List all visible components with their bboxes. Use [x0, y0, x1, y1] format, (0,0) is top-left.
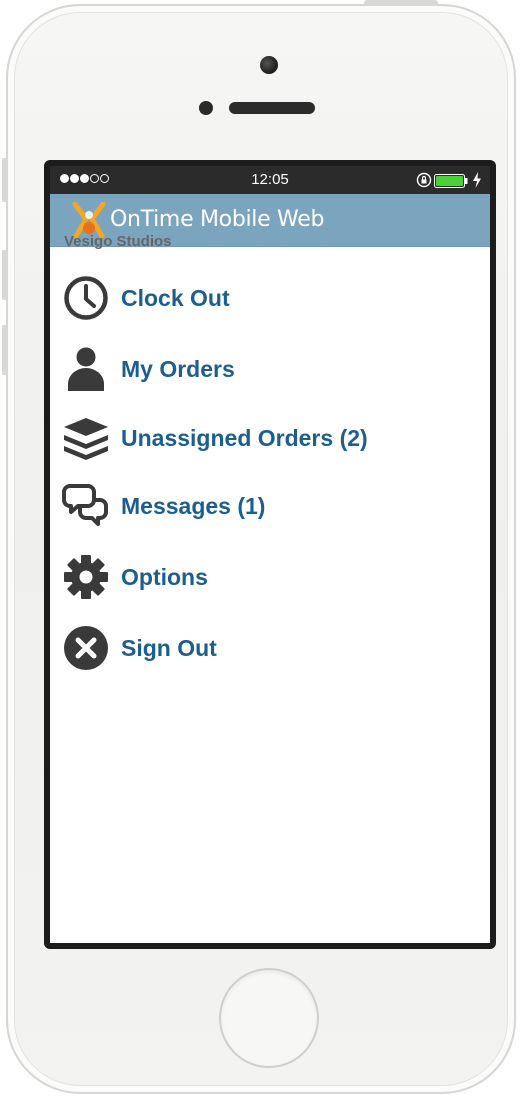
screen-bezel: 12:05 OnTime Mobile Web Vesigo Studios C…: [44, 160, 496, 949]
proximity-sensor: [199, 101, 213, 115]
volume-down-button[interactable]: [2, 325, 7, 375]
menu-item-messages[interactable]: Messages (1): [62, 481, 482, 531]
earpiece-speaker: [229, 102, 315, 114]
menu-item-options[interactable]: Options: [62, 552, 482, 602]
power-button[interactable]: [364, 0, 438, 6]
home-button[interactable]: [219, 968, 319, 1068]
chat-bubbles-icon: [62, 482, 110, 530]
menu-item-label: Clock Out: [121, 284, 230, 311]
app-title: OnTime Mobile Web: [110, 207, 325, 232]
battery-icon: [434, 174, 468, 188]
layers-icon: [62, 414, 110, 462]
menu-item-unassigned-orders[interactable]: Unassigned Orders (2): [62, 413, 482, 463]
menu-item-label: Sign Out: [121, 634, 217, 661]
phone-frame: 12:05 OnTime Mobile Web Vesigo Studios C…: [6, 4, 516, 1094]
menu-item-label: Unassigned Orders (2): [121, 424, 368, 451]
company-name: Vesigo Studios: [64, 233, 172, 250]
close-circle-icon: [62, 624, 110, 672]
person-icon: [62, 345, 110, 393]
clock-icon: [62, 274, 110, 322]
app-display: 12:05 OnTime Mobile Web Vesigo Studios C…: [50, 166, 490, 943]
menu-item-sign-out[interactable]: Sign Out: [62, 623, 482, 673]
menu-item-label: Messages (1): [121, 492, 266, 519]
menu-item-clock-out[interactable]: Clock Out: [62, 273, 482, 323]
rotation-lock-icon: [416, 172, 432, 188]
status-bar: 12:05: [50, 166, 490, 194]
menu-item-label: My Orders: [121, 355, 235, 382]
volume-up-button[interactable]: [2, 250, 7, 300]
front-camera: [260, 56, 278, 74]
gear-icon: [62, 553, 110, 601]
charging-bolt-icon: [473, 172, 481, 188]
menu-item-label: Options: [121, 563, 208, 590]
mute-switch[interactable]: [2, 158, 7, 202]
menu-item-my-orders[interactable]: My Orders: [62, 344, 482, 394]
